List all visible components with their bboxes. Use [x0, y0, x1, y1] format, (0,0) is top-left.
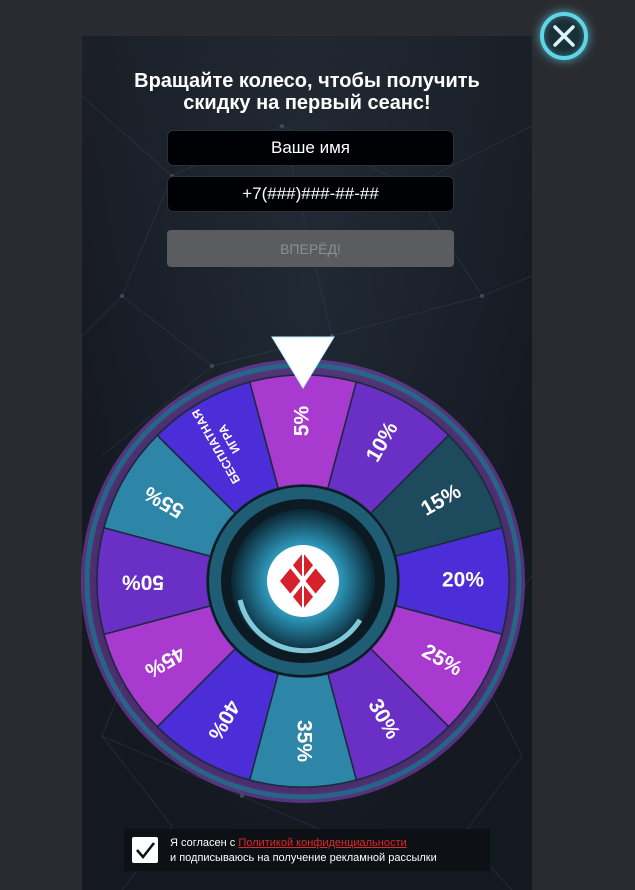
fortune-wheel: 5% 10%15%20%25%30%35%40%45%50%55%БЕСПЛАТН…: [81, 336, 525, 803]
privacy-policy-link[interactable]: Политикой конфиденциальности: [238, 837, 406, 849]
consent-text-line2: и подписываюсь на получение рекламной ра…: [170, 852, 437, 864]
consent-text-start: Я согласен с: [170, 837, 239, 849]
consent-text: Я согласен с Политикой конфиденциальност…: [170, 836, 490, 866]
wheel-segment-label: 5%: [291, 406, 314, 437]
consent-block: Я согласен с Политикой конфиденциальност…: [124, 829, 490, 871]
consent-checkbox[interactable]: [132, 837, 158, 863]
wheel-segment-label: 35%: [292, 720, 315, 762]
wheel-segment-label: 20%: [442, 569, 484, 592]
checkmark-icon: [136, 842, 155, 859]
wheel-segment-label: 50%: [122, 570, 164, 593]
